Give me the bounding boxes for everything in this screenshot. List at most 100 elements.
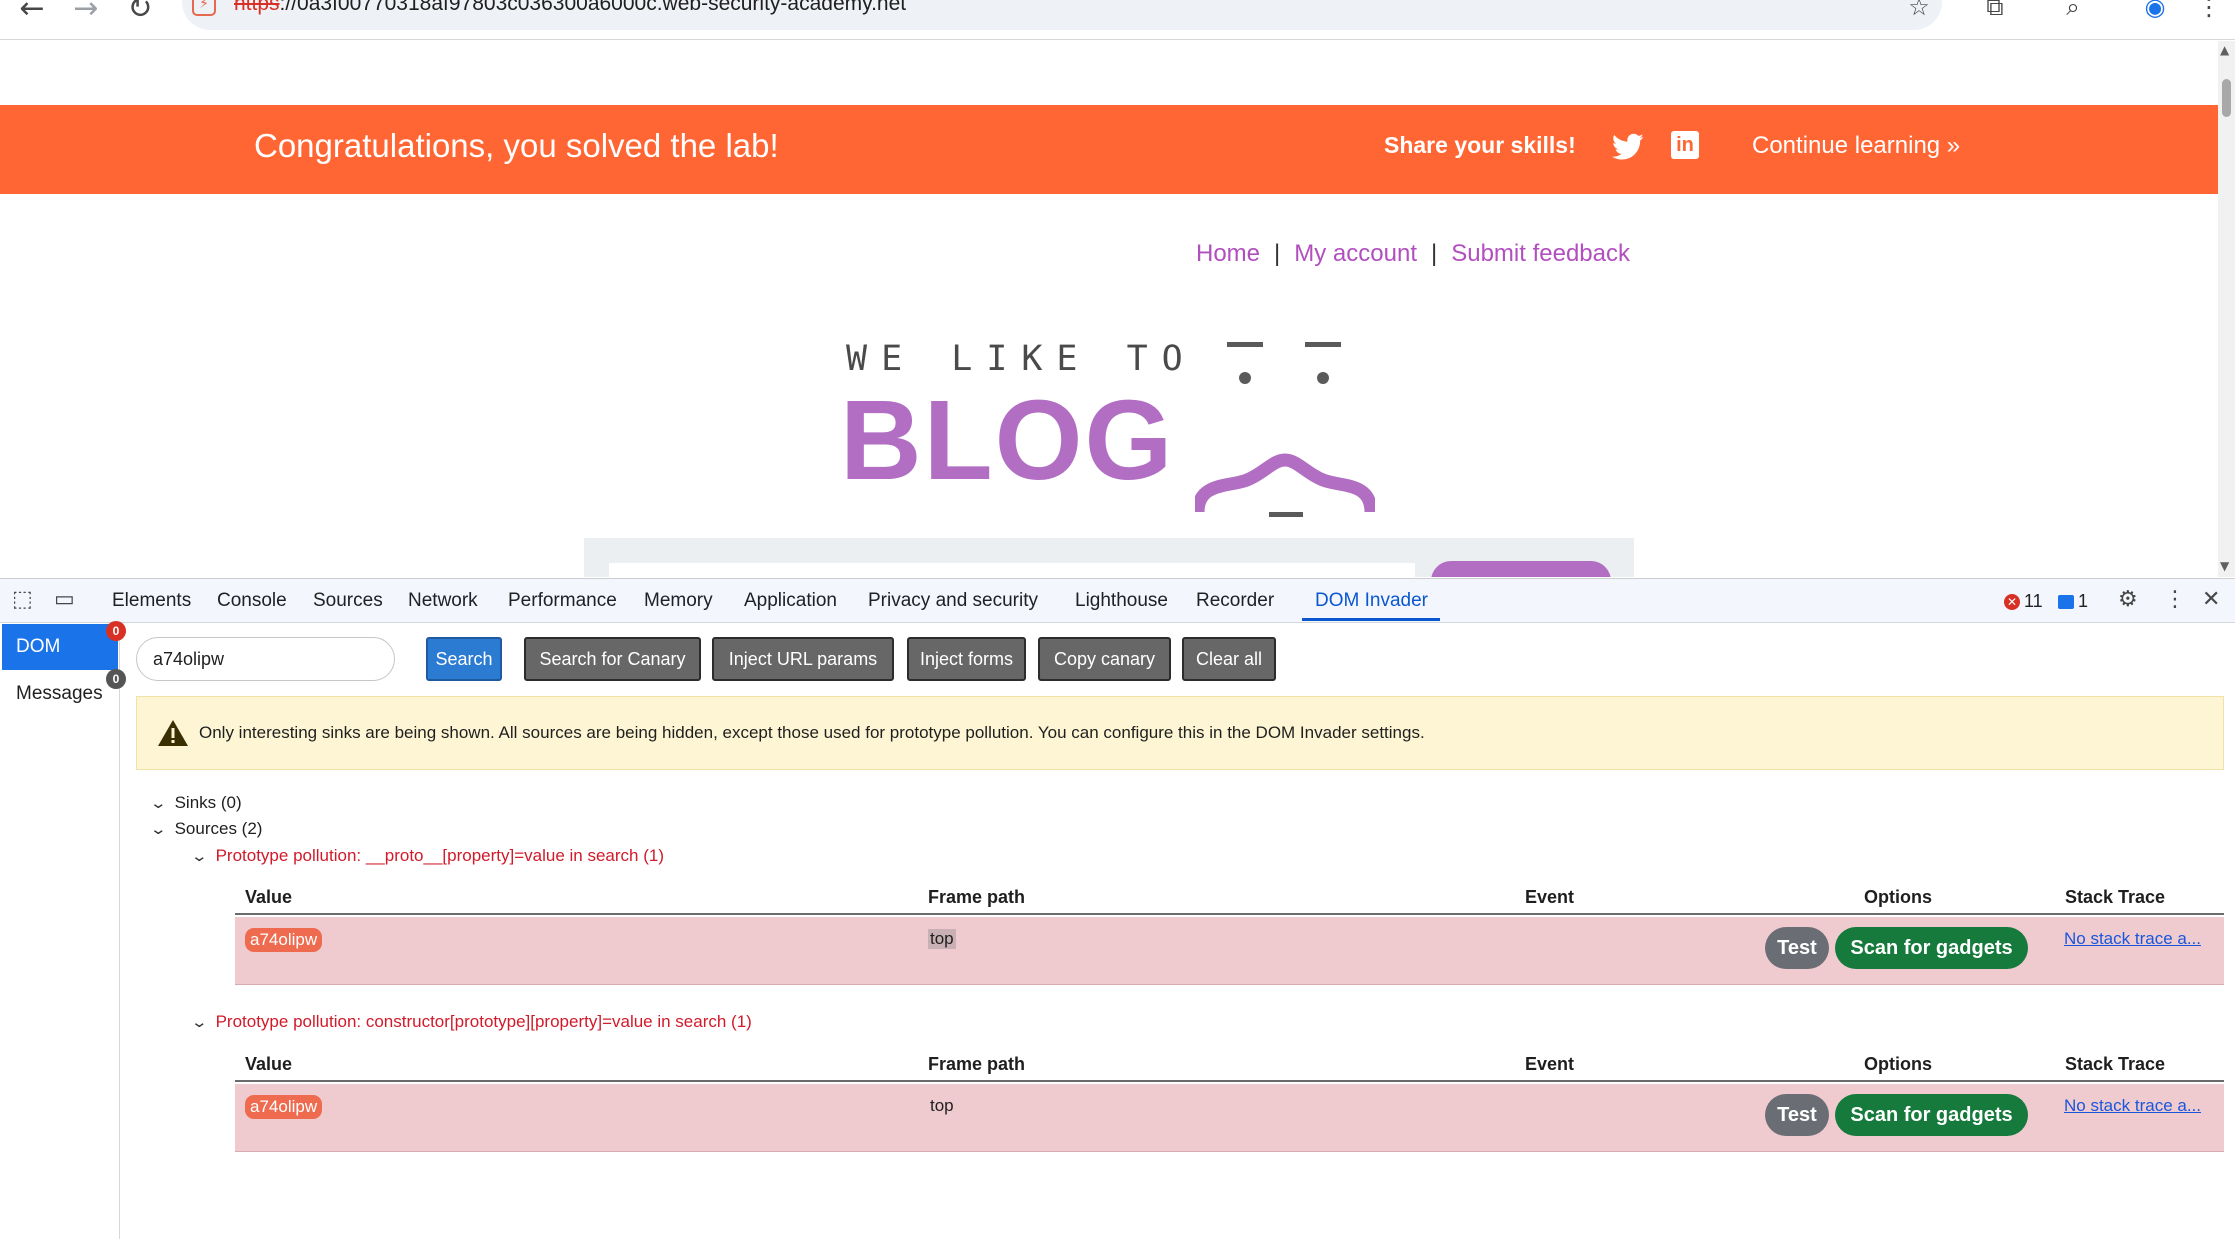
- warning-banner: Only interesting sinks are being shown. …: [136, 696, 2224, 770]
- tab-elements[interactable]: Elements: [112, 590, 191, 612]
- stack-trace-link[interactable]: No stack trace a...: [2064, 1096, 2201, 1116]
- banner-title: Congratulations, you solved the lab!: [254, 127, 779, 164]
- nav-submit-feedback-link[interactable]: Submit feedback: [1451, 240, 1630, 267]
- tab-privacy-security[interactable]: Privacy and security: [868, 590, 1038, 612]
- error-count-badge[interactable]: ✕ 11: [2004, 591, 2043, 612]
- page-viewport: Congratulations, you solved the lab! Sha…: [0, 41, 2235, 577]
- column-options: Options: [1864, 1054, 1932, 1074]
- active-tab-indicator: [1302, 618, 1440, 621]
- clear-all-button[interactable]: Clear all: [1182, 637, 1276, 681]
- source-group[interactable]: ⌄ Prototype pollution: constructor[protot…: [190, 1012, 752, 1032]
- back-icon[interactable]: ←: [12, 0, 52, 28]
- extensions-icon[interactable]: ⧉: [1976, 0, 2014, 26]
- source-group[interactable]: ⌄ Prototype pollution: __proto__[property…: [190, 846, 664, 866]
- message-icon: [2058, 594, 2074, 609]
- chevron-down-icon: ⌄: [149, 794, 168, 812]
- sidebar-item-label: DOM: [16, 636, 61, 657]
- tab-performance[interactable]: Performance: [508, 590, 617, 612]
- logo-tagline: WE LIKE TO: [846, 339, 1197, 379]
- blog-search-input[interactable]: [609, 563, 1415, 577]
- scan-for-gadgets-button[interactable]: Scan for gadgets: [1835, 1094, 2028, 1136]
- nav-my-account-link[interactable]: My account: [1294, 240, 1417, 267]
- sources-label: Sources (2): [174, 819, 263, 838]
- table-header: Value Frame path Event Options Stack Tra…: [235, 1046, 2224, 1082]
- messages-count-badge: 0: [106, 669, 126, 689]
- more-options-icon[interactable]: ⋮: [2164, 587, 2186, 612]
- tab-memory[interactable]: Memory: [644, 590, 713, 612]
- message-count: 1: [2078, 591, 2089, 611]
- linkedin-icon[interactable]: in: [1671, 131, 1699, 159]
- blog-search-button[interactable]: [1431, 561, 1611, 577]
- tab-console[interactable]: Console: [217, 590, 287, 612]
- test-button[interactable]: Test: [1765, 1094, 1829, 1136]
- message-count-badge[interactable]: 1: [2058, 591, 2088, 612]
- page-scroll-thumb[interactable]: [2222, 79, 2231, 117]
- continue-learning-link[interactable]: Continue learning »: [1752, 132, 1960, 160]
- menu-icon[interactable]: ⋮: [2190, 0, 2228, 26]
- nav-home-link[interactable]: Home: [1196, 240, 1260, 267]
- url-host: ://0a3f00770318af97803c036300a6000c.web-…: [279, 0, 907, 15]
- sidebar-item-dom[interactable]: DOM: [2, 624, 118, 670]
- search-canary-button[interactable]: Search for Canary: [524, 637, 701, 681]
- page-scrollbar[interactable]: [2218, 41, 2235, 577]
- settings-gear-icon[interactable]: ⚙: [2118, 587, 2138, 612]
- column-value: Value: [245, 887, 293, 907]
- inspect-element-icon[interactable]: ⬚: [12, 587, 33, 612]
- source-group-title: Prototype pollution: constructor[prototy…: [215, 1012, 752, 1031]
- table-header: Value Frame path Event Options Stack Tra…: [235, 879, 2224, 915]
- sinks-label: Sinks (0): [174, 793, 242, 812]
- browser-toolbar: ← → ↻ ⚡ https://0a3f00770318af97803c0363…: [0, 0, 2235, 40]
- frame-path-cell: top: [928, 929, 956, 949]
- profile-icon[interactable]: ◉: [2136, 0, 2174, 26]
- search-button[interactable]: Search: [426, 637, 502, 681]
- logo-wordmark: BLOG: [840, 377, 1175, 503]
- chevron-down-icon: ⌄: [190, 1013, 209, 1031]
- dom-invader-sidebar: [0, 623, 120, 1239]
- copy-canary-button[interactable]: Copy canary: [1038, 637, 1171, 681]
- bookmark-star-icon[interactable]: ☆: [1900, 0, 1938, 26]
- url-scheme: https: [234, 0, 280, 15]
- error-count: 11: [2024, 591, 2043, 611]
- twitter-icon[interactable]: [1612, 133, 1644, 161]
- frame-path-cell: top: [930, 1096, 954, 1115]
- tab-recorder[interactable]: Recorder: [1196, 590, 1274, 612]
- tab-dom-invader[interactable]: DOM Invader: [1315, 590, 1428, 612]
- table-row: a74olipw top Test Scan for gadgets No st…: [235, 1084, 2224, 1152]
- column-options: Options: [1864, 887, 1932, 907]
- reload-icon[interactable]: ↻: [120, 0, 160, 28]
- forward-icon[interactable]: →: [66, 0, 106, 28]
- dom-count-badge: 0: [106, 621, 126, 641]
- chevron-down-icon: ⌄: [190, 847, 209, 865]
- tab-lighthouse[interactable]: Lighthouse: [1075, 590, 1168, 612]
- close-devtools-icon[interactable]: ✕: [2202, 587, 2220, 612]
- sinks-tree-item[interactable]: ⌄ Sinks (0): [149, 793, 242, 813]
- tab-network[interactable]: Network: [408, 590, 478, 612]
- column-frame-path: Frame path: [928, 887, 1026, 907]
- scan-for-gadgets-button[interactable]: Scan for gadgets: [1835, 927, 2028, 969]
- error-icon: ✕: [2004, 593, 2020, 610]
- nav-separator: |: [1430, 240, 1438, 267]
- inject-url-params-button[interactable]: Inject URL params: [712, 637, 894, 681]
- inject-forms-button[interactable]: Inject forms: [907, 637, 1026, 681]
- devtools-panel: ⬚ ▭ Elements Console Sources Network Per…: [0, 578, 2235, 1239]
- lens-search-icon[interactable]: ⌕: [2054, 0, 2092, 26]
- devtools-tab-bar: ⬚ ▭ Elements Console Sources Network Per…: [0, 579, 2235, 623]
- logo-face-icon: [1195, 342, 1375, 517]
- scroll-up-icon[interactable]: ▲: [2220, 43, 2229, 57]
- test-button[interactable]: Test: [1765, 927, 1829, 969]
- warning-icon: [158, 720, 188, 746]
- device-toolbar-icon[interactable]: ▭: [54, 587, 75, 612]
- column-frame-path: Frame path: [928, 1054, 1026, 1074]
- url-text[interactable]: https://0a3f00770318af97803c036300a6000c…: [234, 0, 906, 16]
- column-stack-trace: Stack Trace: [2065, 1054, 2166, 1074]
- site-info-icon[interactable]: ⚡: [192, 0, 216, 16]
- tab-application[interactable]: Application: [744, 590, 837, 612]
- sources-tree-item[interactable]: ⌄ Sources (2): [149, 819, 263, 839]
- chevron-down-icon: ⌄: [149, 820, 168, 838]
- scroll-down-icon[interactable]: ▼: [2220, 559, 2229, 573]
- canary-input[interactable]: a74olipw: [136, 637, 395, 681]
- tab-sources[interactable]: Sources: [313, 590, 383, 612]
- sidebar-item-messages[interactable]: Messages: [16, 683, 103, 705]
- stack-trace-link[interactable]: No stack trace a...: [2064, 929, 2201, 949]
- column-stack-trace: Stack Trace: [2065, 887, 2166, 907]
